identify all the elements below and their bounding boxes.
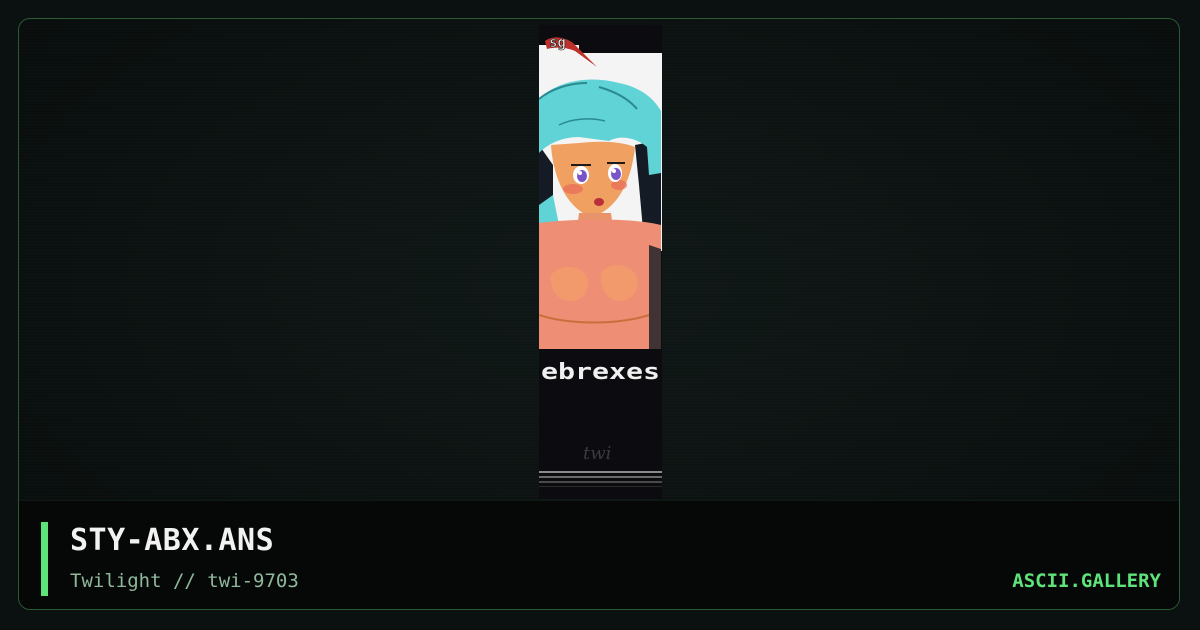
preview-logo: sg xyxy=(549,35,566,51)
accent-bar xyxy=(41,522,48,596)
artwork-credit: Twilight // twi-9703 xyxy=(70,570,299,592)
artwork-preview[interactable]: sg ebrexes twi xyxy=(539,25,662,499)
preview-signature: twi xyxy=(583,443,611,464)
site-brand-link[interactable]: ASCII.GALLERY xyxy=(1012,570,1161,592)
artwork-title: STY-ABX.ANS xyxy=(70,523,275,558)
caption-bar: STY-ABX.ANS Twilight // twi-9703 ASCII.G… xyxy=(19,500,1179,609)
preview-wordmark: ebrexes xyxy=(541,360,660,385)
share-card: sg ebrexes twi STY-ABX.ANS Twilight // t… xyxy=(18,18,1180,610)
